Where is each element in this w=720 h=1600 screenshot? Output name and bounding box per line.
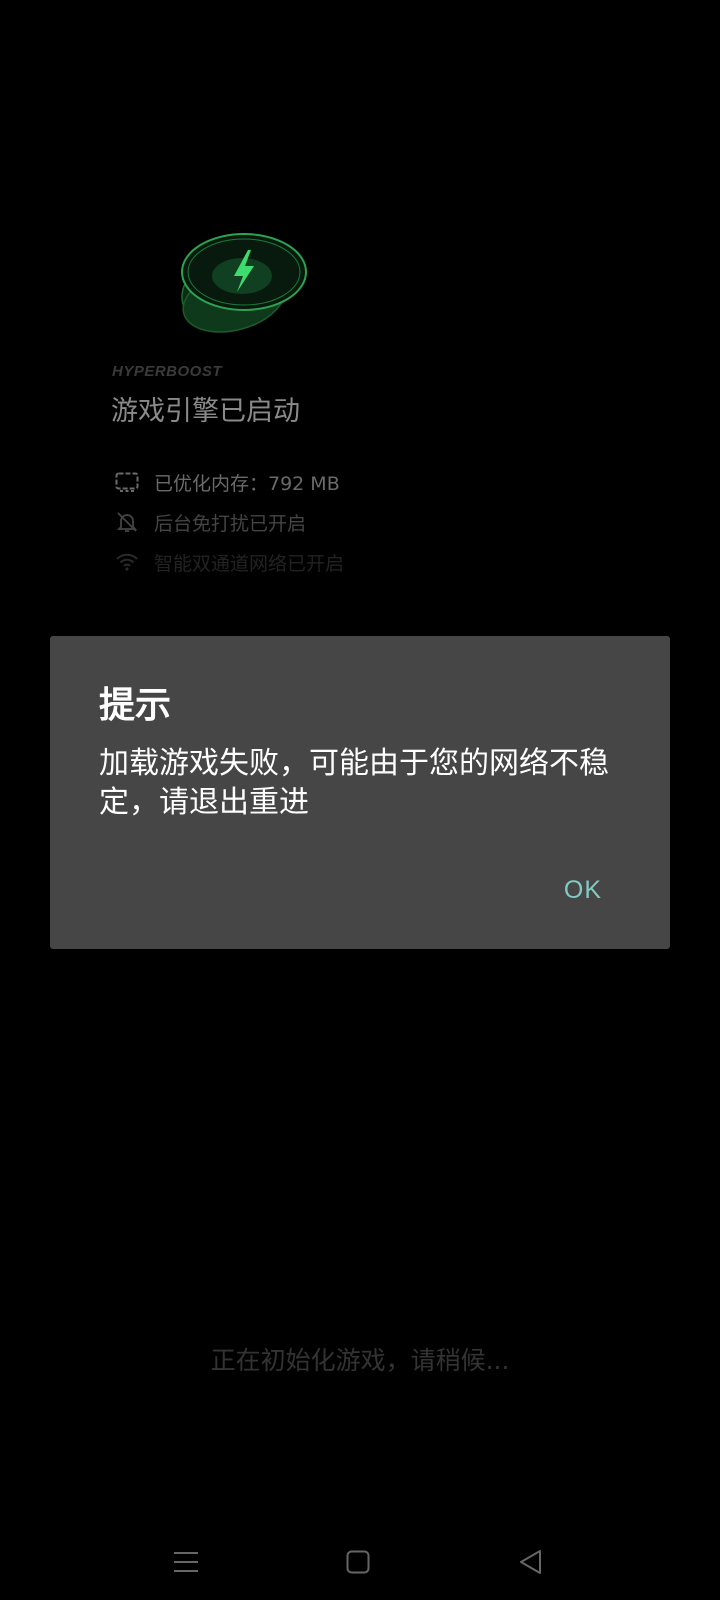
bell-off-icon [114,509,140,535]
menu-icon[interactable] [166,1542,206,1582]
wifi-icon [114,549,140,575]
status-memory-text: 已优化内存：792 MB [154,472,340,495]
status-dnd: 后台免打扰已开启 [114,507,306,537]
back-icon[interactable] [510,1542,550,1582]
hyperboost-logo-icon [181,233,307,333]
memory-icon [114,469,140,495]
alert-dialog: 提示 加载游戏失败，可能由于您的网络不稳定，请退出重进 OK [50,636,670,949]
ok-button[interactable]: OK [564,876,602,905]
loading-text: 正在初始化游戏，请稍候... [210,1346,510,1375]
dialog-message: 加载游戏失败，可能由于您的网络不稳定，请退出重进 [99,746,609,820]
home-icon[interactable] [338,1542,378,1582]
status-memory: 已优化内存：792 MB [114,467,340,497]
engine-status-title: 游戏引擎已启动 [111,396,300,427]
brand-label: HYPERBOOST [112,363,223,380]
status-network-text: 智能双通道网络已开启 [154,552,345,575]
status-dnd-text: 后台免打扰已开启 [154,512,307,535]
status-network: 智能双通道网络已开启 [114,547,344,577]
dialog-title: 提示 [99,685,172,726]
navigation-bar [0,1520,720,1600]
